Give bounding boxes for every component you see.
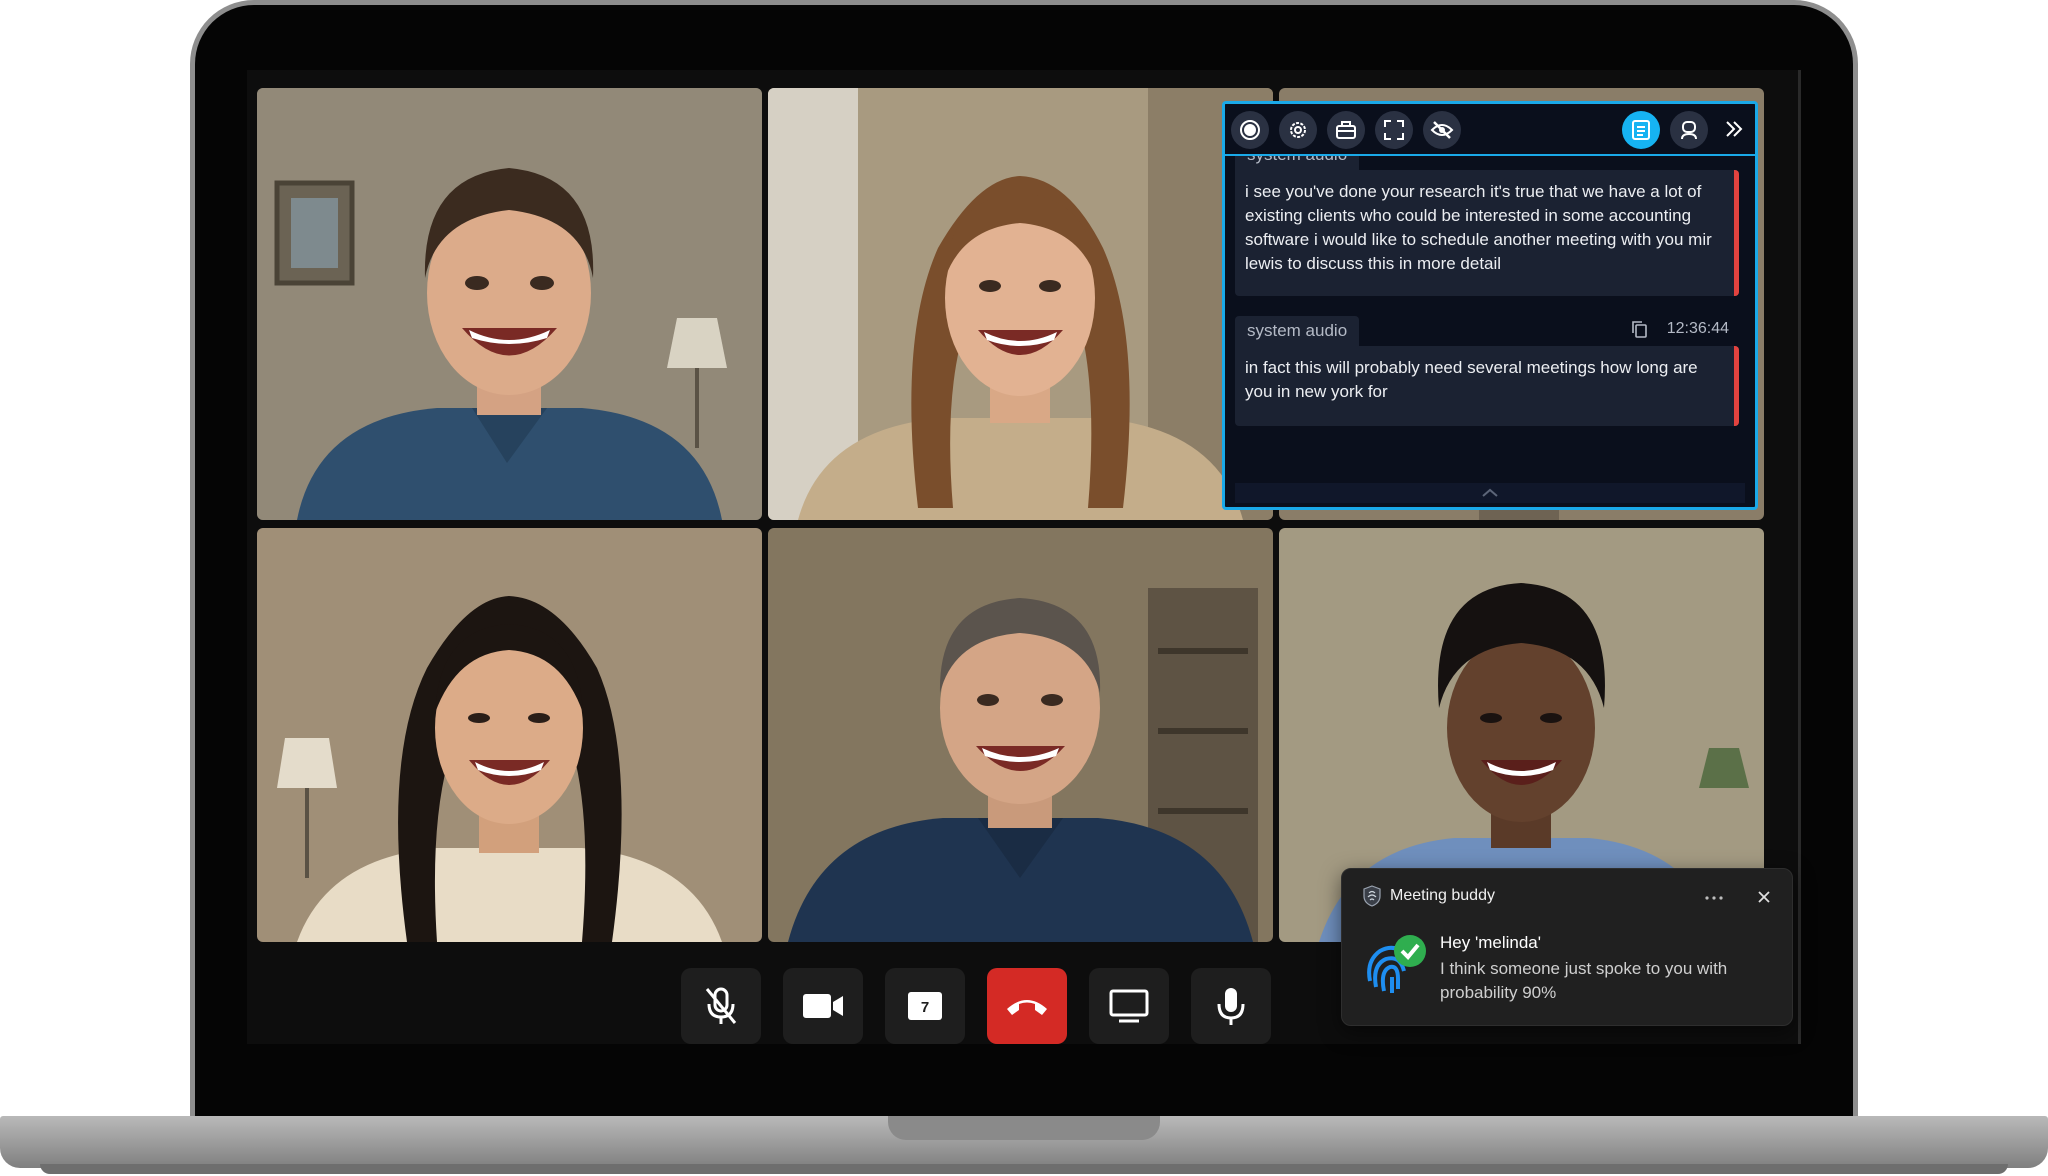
app-logo-icon bbox=[1363, 885, 1381, 907]
participant-tile-2[interactable] bbox=[768, 88, 1273, 520]
toast-body: I think someone just spoke to you with p… bbox=[1440, 959, 1728, 1002]
end-call-icon bbox=[1007, 1000, 1047, 1015]
hide-button[interactable] bbox=[1423, 111, 1461, 149]
mic-button[interactable] bbox=[1191, 968, 1271, 1044]
notification-toast: Meeting buddy Hey 'melinda' I think some… bbox=[1341, 868, 1793, 1026]
record-button[interactable] bbox=[1231, 111, 1269, 149]
transcript-button[interactable] bbox=[1622, 111, 1660, 149]
assistant-icon bbox=[1681, 121, 1697, 140]
participant-video-5 bbox=[768, 528, 1273, 942]
participant-tile-5[interactable] bbox=[768, 528, 1273, 942]
fingerprint-check-icon bbox=[1367, 935, 1426, 993]
mic-icon bbox=[1217, 988, 1245, 1025]
entry-source-label: system audio bbox=[1235, 316, 1360, 346]
eye-off-icon bbox=[1430, 121, 1454, 139]
camera-button[interactable] bbox=[783, 968, 863, 1044]
laptop-base-shadow bbox=[40, 1164, 2008, 1174]
chevron-up-icon bbox=[1482, 488, 1498, 497]
close-icon[interactable] bbox=[1756, 889, 1772, 905]
fullscreen-icon bbox=[1384, 120, 1404, 140]
transcript-list-icon bbox=[1632, 120, 1650, 140]
toast-app-name: Meeting buddy bbox=[1390, 887, 1495, 904]
scroll-up-handle[interactable] bbox=[1235, 483, 1745, 503]
briefcase-icon bbox=[1336, 121, 1356, 139]
overlay-toolbar bbox=[1225, 104, 1755, 156]
mic-off-icon bbox=[705, 987, 737, 1024]
participant-tile-4[interactable] bbox=[257, 528, 762, 942]
transcript-overlay: system audio i see you've done your rese… bbox=[1222, 101, 1758, 510]
toast-title: Hey 'melinda' bbox=[1440, 933, 1541, 952]
gear-icon bbox=[1290, 122, 1306, 138]
transcript-entry-text: i see you've done your research it's tru… bbox=[1235, 170, 1739, 296]
chevron-double-right-icon[interactable] bbox=[1723, 118, 1745, 140]
camera-icon bbox=[803, 994, 843, 1018]
calendar-day: 7 bbox=[921, 999, 929, 1016]
record-icon bbox=[1240, 120, 1260, 140]
more-options-icon[interactable] bbox=[1704, 895, 1724, 901]
copy-icon[interactable] bbox=[1631, 320, 1647, 338]
fullscreen-button[interactable] bbox=[1375, 111, 1413, 149]
mute-mic-button[interactable] bbox=[681, 968, 761, 1044]
transcript-entry-text: in fact this will probably need several … bbox=[1235, 346, 1739, 426]
participant-video-1 bbox=[257, 88, 762, 520]
screen-share-button[interactable] bbox=[1089, 968, 1169, 1044]
briefcase-button[interactable] bbox=[1327, 111, 1365, 149]
participant-tile-1[interactable] bbox=[257, 88, 762, 520]
screen-share-icon bbox=[1109, 989, 1149, 1023]
entry-timestamp: 12:36:44 bbox=[1666, 320, 1729, 337]
entry-meta: 12:36:44 bbox=[1631, 320, 1729, 338]
participant-video-2 bbox=[768, 88, 1273, 520]
calendar-button[interactable]: 7 bbox=[885, 968, 965, 1044]
assistant-button[interactable] bbox=[1670, 111, 1708, 149]
calendar-icon: 7 bbox=[908, 992, 942, 1020]
end-call-button[interactable] bbox=[987, 968, 1067, 1044]
laptop-notch bbox=[888, 1116, 1160, 1140]
settings-button[interactable] bbox=[1279, 111, 1317, 149]
participant-video-4 bbox=[257, 528, 762, 942]
screen-edge bbox=[1798, 70, 1801, 1044]
